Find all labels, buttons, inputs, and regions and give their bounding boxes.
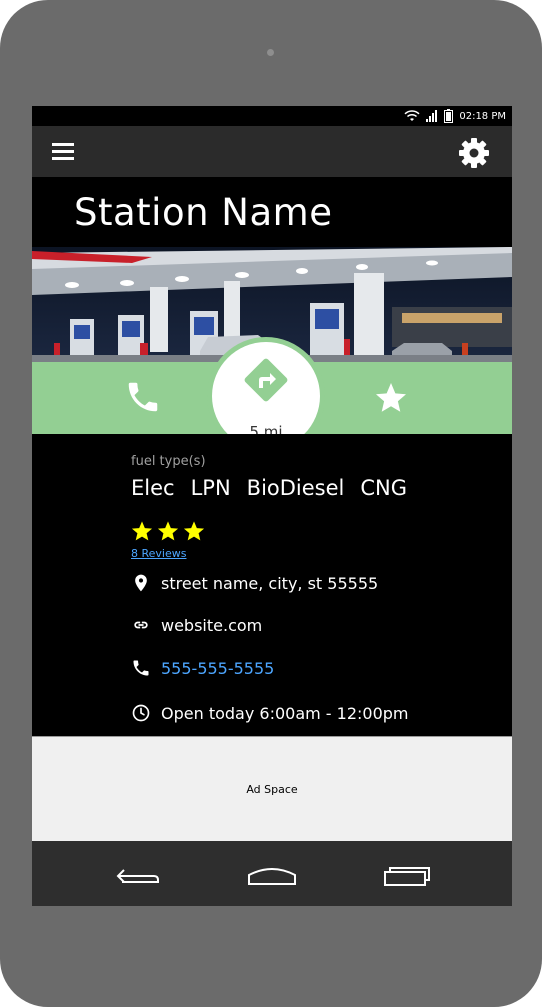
status-bar: 02:18 PM: [32, 106, 512, 126]
star-rating: [131, 520, 205, 542]
fuel-type: CNG: [360, 476, 408, 500]
website-text: website.com: [161, 615, 263, 635]
system-nav-bar: [32, 841, 512, 906]
gear-icon[interactable]: [458, 137, 490, 169]
fuel-type: BioDiesel: [246, 476, 345, 500]
station-name: Station Name: [74, 191, 333, 234]
directions-icon[interactable]: [239, 353, 293, 407]
fuel-type: Elec: [131, 476, 175, 500]
signal-icon: [426, 110, 438, 122]
status-time: 02:18 PM: [459, 110, 506, 122]
wifi-icon: [404, 110, 420, 121]
fuel-type: LPN: [190, 476, 231, 500]
website-row[interactable]: website.com: [131, 615, 262, 635]
rating-star-icon: [131, 521, 153, 541]
back-icon[interactable]: [114, 865, 162, 887]
hamburger-menu-icon[interactable]: [50, 140, 76, 162]
station-details: fuel type(s) Elec LPN BioDiesel CNG 8 Re…: [32, 434, 512, 736]
address-text: street name, city, st 55555: [161, 573, 379, 593]
link-icon: [134, 621, 148, 629]
reviews-link[interactable]: 8 Reviews: [131, 547, 186, 560]
rating-star-icon: [183, 521, 205, 541]
app-bar: [32, 126, 512, 177]
rating-star-icon: [157, 521, 179, 541]
front-camera: [267, 49, 274, 56]
battery-icon: [444, 109, 454, 123]
status-icons: 02:18 PM: [404, 109, 506, 123]
phone-frame: 02:18 PM Station Name 5 mi fuel type(s) …: [0, 0, 542, 1007]
home-icon[interactable]: [246, 863, 298, 887]
fuel-types-list: Elec LPN BioDiesel CNG: [131, 476, 407, 500]
ad-space[interactable]: Ad Space: [32, 736, 512, 842]
title-bar: Station Name: [32, 177, 512, 247]
ad-label: Ad Space: [246, 783, 298, 796]
recents-icon[interactable]: [382, 863, 432, 887]
location-pin-icon: [135, 574, 147, 592]
hours-row: Open today 6:00am - 12:00pm: [131, 703, 409, 723]
phone-number-link[interactable]: 555-555-5555: [161, 659, 274, 678]
phone-icon[interactable]: [124, 378, 162, 416]
phone-row[interactable]: 555-555-5555: [131, 658, 274, 678]
screen: 02:18 PM Station Name 5 mi fuel type(s) …: [32, 106, 512, 906]
star-icon[interactable]: [372, 380, 410, 416]
phone-small-icon: [133, 660, 149, 676]
fuel-type-label: fuel type(s): [131, 454, 206, 469]
hours-text: Open today 6:00am - 12:00pm: [161, 703, 409, 723]
address-row[interactable]: street name, city, st 55555: [131, 573, 378, 593]
clock-icon: [132, 704, 150, 722]
